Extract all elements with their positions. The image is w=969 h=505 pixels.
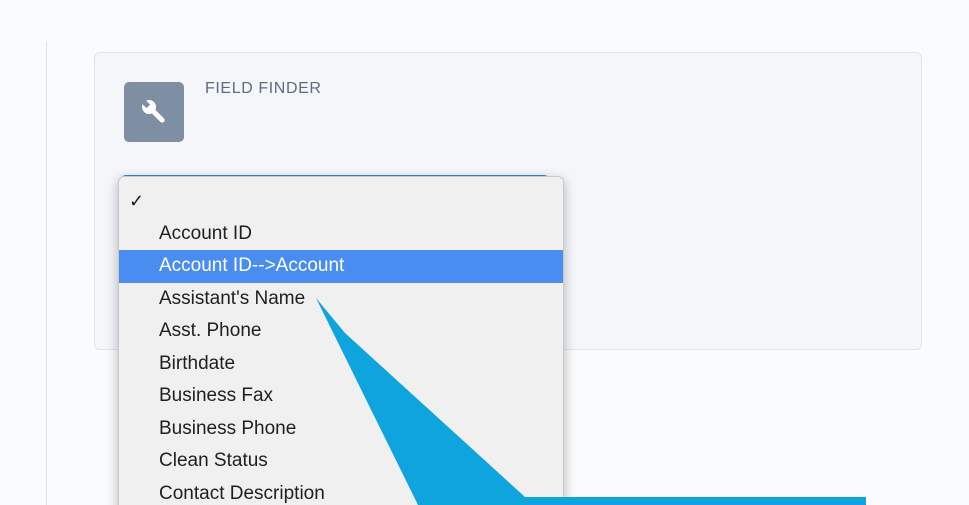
dropdown-option[interactable]: Assistant's Name bbox=[119, 283, 563, 316]
dropdown-option[interactable]: Birthdate bbox=[119, 348, 563, 381]
divider bbox=[46, 42, 47, 505]
dropdown-option-label: Assistant's Name bbox=[159, 287, 306, 309]
dropdown-option[interactable]: Account ID-->Account bbox=[119, 250, 563, 283]
wrench-icon bbox=[124, 82, 184, 142]
dropdown-option-label: Business Fax bbox=[159, 385, 274, 406]
dropdown-option[interactable]: Asst. Phone bbox=[119, 315, 563, 348]
dropdown-option-label: Business Phone bbox=[159, 417, 297, 439]
page: FIELD FINDER ✓ Account ID Account ID-->Acc… bbox=[0, 0, 969, 505]
dropdown-option-label: Contact Description bbox=[159, 482, 325, 504]
dropdown-option[interactable]: Clean Status bbox=[119, 445, 563, 478]
dropdown-option-label: Asst. Phone bbox=[159, 320, 262, 341]
dropdown-option-label: Account ID-->Account bbox=[159, 255, 345, 276]
dropdown-option[interactable]: Business Phone bbox=[119, 413, 563, 446]
dropdown-option-label: Clean Status bbox=[159, 450, 268, 471]
dropdown-option-label: Birthdate bbox=[159, 352, 236, 374]
dropdown-list: ✓ Account ID Account ID-->Account Assistant… bbox=[119, 185, 563, 505]
dropdown-option[interactable]: Account ID bbox=[119, 218, 563, 251]
dropdown-option[interactable]: Business Fax bbox=[119, 380, 563, 413]
card-title: FIELD FINDER bbox=[205, 80, 322, 97]
field-dropdown-menu[interactable]: ✓ Account ID Account ID-->Account Assistant… bbox=[118, 176, 564, 505]
checkmark-icon: ✓ bbox=[129, 191, 145, 211]
dropdown-option-label: Account ID bbox=[159, 222, 252, 244]
dropdown-option[interactable]: Contact Description bbox=[119, 478, 563, 505]
dropdown-option[interactable]: ✓ bbox=[119, 185, 563, 218]
